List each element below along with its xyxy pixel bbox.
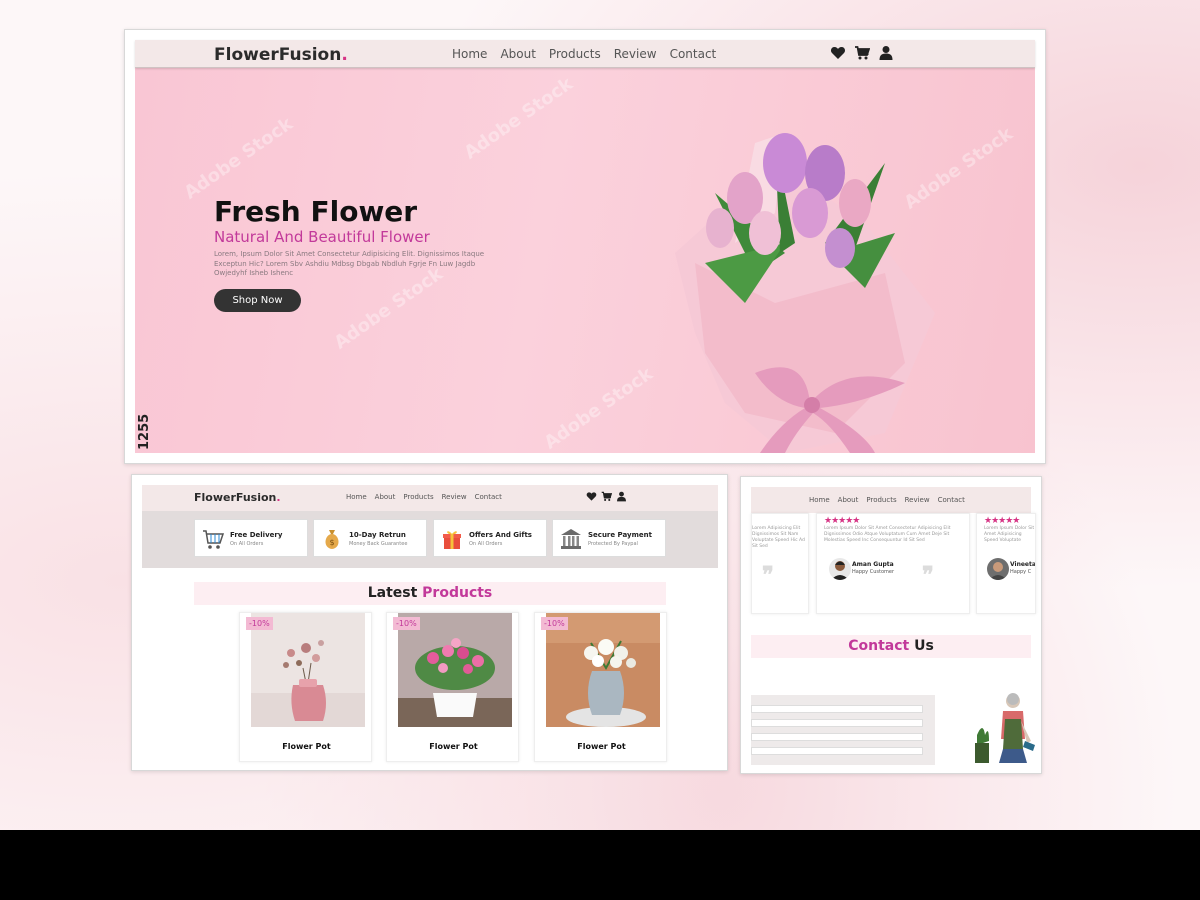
section-title: Latest Products: [194, 582, 666, 605]
discount-badge: -10%: [246, 617, 273, 630]
cart-icon[interactable]: [854, 45, 870, 61]
reviewer-role: Happy C: [1010, 569, 1032, 575]
section-title: Contact Us: [751, 635, 1031, 658]
brand-logo[interactable]: FlowerFusion.: [214, 45, 348, 65]
services-band: Free Delivery On All Orders $ 10-Day Ret…: [142, 511, 718, 568]
contact-form: [751, 695, 935, 765]
nav-link-about[interactable]: About: [838, 496, 859, 504]
bank-icon: [561, 529, 581, 549]
products-screenshot: FlowerFusion. Home About Products Review…: [131, 474, 728, 771]
product-name: Flower Pot: [429, 742, 478, 751]
service-subtitle: On All Orders: [469, 541, 503, 547]
nav-links: Home About Products Review Contact: [346, 493, 510, 501]
nav-link-review[interactable]: Review: [442, 493, 467, 501]
contact-navbar: Home About Products Review Contact: [751, 487, 1031, 513]
review-card: ★★★★★ Lorem Ipsum Dolor Sit Amet Consect…: [816, 513, 970, 614]
contact-screenshot: Home About Products Review Contact Lorem…: [740, 476, 1042, 774]
cart-icon: [203, 530, 224, 549]
nav-link-about[interactable]: About: [375, 493, 396, 501]
form-field[interactable]: [751, 747, 923, 755]
nav-link-about[interactable]: About: [500, 47, 535, 61]
product-name: Flower Pot: [577, 742, 626, 751]
service-offers: Offers And Gifts On All Orders: [433, 519, 547, 557]
discount-badge: -10%: [541, 617, 568, 630]
user-icon[interactable]: [616, 491, 627, 502]
product-card[interactable]: -10% Flower Pot: [534, 612, 667, 762]
service-title: Secure Payment: [588, 531, 652, 539]
product-image: [251, 613, 365, 727]
form-field[interactable]: [751, 705, 923, 713]
review-text: Lorem Adipisicing Elit Dignissimos Sit N…: [752, 526, 805, 549]
avatar: [829, 558, 851, 580]
watermark: Adobe Stock: [460, 73, 577, 164]
service-return: $ 10-Day Retrun Money Back Guarantee: [313, 519, 427, 557]
product-image: [546, 613, 660, 727]
star-rating: ★★★★★: [824, 516, 860, 526]
avatar: [987, 558, 1009, 580]
form-field[interactable]: [751, 719, 923, 727]
hero-banner: Adobe Stock Adobe Stock Adobe Stock Adob…: [135, 68, 1035, 453]
gift-icon: [443, 531, 461, 549]
service-subtitle: Money Back Guarantee: [349, 541, 408, 547]
service-title: 10-Day Retrun: [349, 531, 406, 539]
nav-link-home[interactable]: Home: [809, 496, 830, 504]
nav-links: Home About Products Review Contact: [809, 496, 973, 504]
star-rating: ★★★★★: [984, 516, 1020, 526]
nav-icons: [830, 45, 902, 61]
heart-icon[interactable]: [586, 491, 597, 502]
nav-link-contact[interactable]: Contact: [670, 47, 717, 61]
nav-links: Home About Products Review Contact: [452, 47, 729, 61]
nav-link-products[interactable]: Products: [549, 47, 601, 61]
hero-screenshot: FlowerFusion. Home About Products Review…: [124, 29, 1046, 464]
nav-link-contact[interactable]: Contact: [475, 493, 502, 501]
gardener-illustration: [975, 693, 1035, 763]
cart-icon[interactable]: [601, 491, 612, 502]
reviewer-name: Aman Gupta: [852, 561, 894, 568]
nav-link-contact[interactable]: Contact: [938, 496, 965, 504]
hero-description: Lorem, Ipsum Dolor Sit Amet Consectetur …: [214, 250, 485, 277]
quote-icon: ❞: [762, 562, 774, 588]
service-title: Free Delivery: [230, 531, 283, 539]
review-text: Lorem Ipsum Dolor Sit Amet Consectetur A…: [824, 526, 951, 543]
hero-navbar: FlowerFusion. Home About Products Review…: [135, 40, 1035, 68]
product-card[interactable]: -10% Flower Pot: [239, 612, 372, 762]
service-free-delivery: Free Delivery On All Orders: [194, 519, 308, 557]
nav-link-home[interactable]: Home: [346, 493, 367, 501]
review-card: ★★★★★ Lorem Ipsum Dolor Sit Amet Adipisi…: [976, 513, 1036, 614]
service-secure-payment: Secure Payment Protected By Paypal: [552, 519, 666, 557]
quote-icon: ❞: [922, 562, 934, 588]
brand-logo[interactable]: FlowerFusion.: [194, 491, 281, 504]
shop-now-button[interactable]: Shop Now: [214, 289, 301, 312]
product-name: Flower Pot: [282, 742, 331, 751]
service-subtitle: On All Orders: [230, 541, 264, 547]
reviewer-name: Vineeta: [1010, 561, 1036, 568]
product-image: [398, 613, 512, 727]
nav-link-review[interactable]: Review: [905, 496, 930, 504]
service-title: Offers And Gifts: [469, 531, 532, 539]
products-navbar: FlowerFusion. Home About Products Review…: [142, 485, 718, 511]
product-card[interactable]: -10% Flower Pot: [386, 612, 519, 762]
tulip-bouquet-image: [675, 133, 935, 453]
service-subtitle: Protected By Paypal: [588, 541, 638, 547]
discount-badge: -10%: [393, 617, 420, 630]
watermark: Adobe Stock: [180, 113, 297, 204]
user-icon[interactable]: [878, 45, 894, 61]
review-card: Lorem Adipisicing Elit Dignissimos Sit N…: [751, 513, 809, 614]
showcase-background: FlowerFusion. Home About Products Review…: [0, 0, 1200, 830]
nav-link-review[interactable]: Review: [614, 47, 657, 61]
money-bag-icon: $: [325, 530, 339, 549]
nav-link-products[interactable]: Products: [403, 493, 433, 501]
reviewer-role: Happy Customer: [852, 569, 895, 575]
heart-icon[interactable]: [830, 45, 846, 61]
nav-link-home[interactable]: Home: [452, 47, 487, 61]
form-field[interactable]: [751, 733, 923, 741]
svg-text:$: $: [329, 538, 334, 547]
side-number: 1255: [137, 413, 152, 450]
nav-icons: [586, 491, 631, 502]
nav-link-products[interactable]: Products: [866, 496, 896, 504]
review-text: Lorem Ipsum Dolor Sit Amet Adipisicing S…: [984, 526, 1035, 543]
hero-title: Fresh Flower: [214, 195, 418, 228]
hero-subtitle: Natural And Beautiful Flower: [214, 228, 430, 246]
